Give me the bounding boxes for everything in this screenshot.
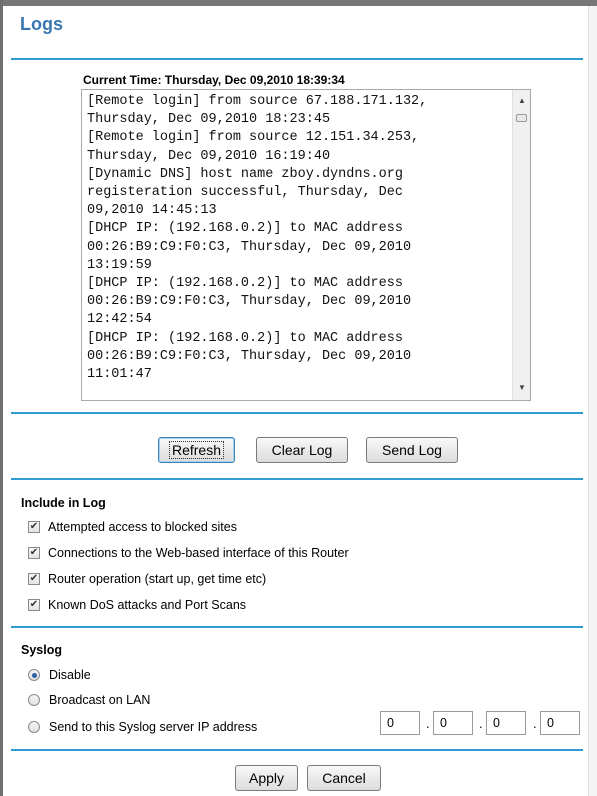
clear-log-button[interactable]: Clear Log — [256, 437, 348, 463]
log-option-row[interactable]: ✔ Router operation (start up, get time et… — [28, 572, 266, 586]
syslog-option-server[interactable]: Send to this Syslog server IP address — [28, 720, 257, 734]
checkbox-checked-icon[interactable]: ✔ — [28, 521, 40, 533]
log-scrollbar[interactable]: ▲ ▼ — [512, 90, 530, 400]
ip-separator: . — [479, 716, 483, 731]
apply-button[interactable]: Apply — [235, 765, 298, 791]
syslog-heading: Syslog — [21, 643, 62, 657]
syslog-option-label: Disable — [49, 668, 91, 682]
page-title: Logs — [20, 14, 63, 34]
scroll-down-icon[interactable]: ▼ — [513, 383, 530, 392]
radio-unselected-icon[interactable] — [28, 721, 40, 733]
log-option-label: Attempted access to blocked sites — [48, 520, 237, 534]
syslog-ip-octet-1[interactable]: 0 — [380, 711, 420, 735]
syslog-ip-octet-2[interactable]: 0 — [433, 711, 473, 735]
ip-separator: . — [533, 716, 537, 731]
divider — [11, 478, 583, 480]
checkbox-checked-icon[interactable]: ✔ — [28, 547, 40, 559]
cancel-button[interactable]: Cancel — [307, 765, 381, 791]
log-option-row[interactable]: ✔ Attempted access to blocked sites — [28, 520, 237, 534]
syslog-option-label: Broadcast on LAN — [49, 693, 151, 707]
radio-selected-icon[interactable] — [28, 669, 40, 681]
send-log-button[interactable]: Send Log — [366, 437, 458, 463]
syslog-option-label: Send to this Syslog server IP address — [49, 720, 258, 734]
divider — [11, 626, 583, 628]
log-option-label: Connections to the Web-based interface o… — [48, 546, 349, 560]
current-time-label: Current Time: Thursday, Dec 09,2010 18:3… — [83, 73, 345, 87]
checkbox-checked-icon[interactable]: ✔ — [28, 599, 40, 611]
scroll-thumb[interactable] — [516, 114, 527, 122]
syslog-ip-octet-4[interactable]: 0 — [540, 711, 580, 735]
log-text: [Remote login] from source 67.188.171.13… — [87, 94, 428, 383]
include-in-log-heading: Include in Log — [21, 496, 106, 510]
clear-log-button-label: Clear Log — [271, 442, 333, 458]
window-left-border — [0, 0, 3, 796]
refresh-button[interactable]: Refresh — [158, 437, 235, 463]
cancel-button-label: Cancel — [322, 770, 366, 786]
log-textarea[interactable]: [Remote login] from source 67.188.171.13… — [81, 89, 531, 401]
radio-unselected-icon[interactable] — [28, 694, 40, 706]
checkbox-checked-icon[interactable]: ✔ — [28, 573, 40, 585]
apply-button-label: Apply — [248, 770, 285, 786]
log-option-label: Router operation (start up, get time etc… — [48, 572, 267, 586]
divider — [11, 749, 583, 751]
scroll-up-icon[interactable]: ▲ — [513, 96, 530, 105]
page-scrollbar[interactable] — [588, 6, 597, 796]
divider — [11, 58, 583, 60]
refresh-button-label: Refresh — [168, 441, 225, 459]
log-option-label: Known DoS attacks and Port Scans — [48, 598, 247, 612]
divider — [11, 412, 583, 414]
log-option-row[interactable]: ✔ Known DoS attacks and Port Scans — [28, 598, 246, 612]
log-option-row[interactable]: ✔ Connections to the Web-based interface … — [28, 546, 349, 560]
syslog-option-broadcast[interactable]: Broadcast on LAN — [28, 693, 150, 707]
syslog-ip-octet-3[interactable]: 0 — [486, 711, 526, 735]
ip-separator: . — [426, 716, 430, 731]
syslog-option-disable[interactable]: Disable — [28, 668, 91, 682]
send-log-button-label: Send Log — [382, 442, 442, 458]
window-top-border — [0, 0, 597, 6]
